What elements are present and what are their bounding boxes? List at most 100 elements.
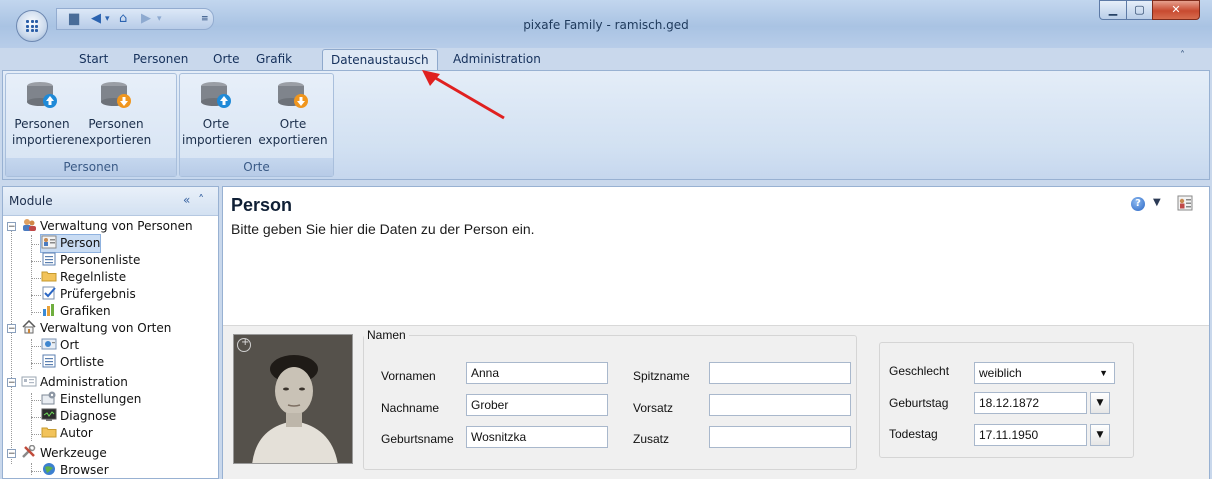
tree-item-browser[interactable]: Browser — [41, 462, 109, 478]
portrait-image — [234, 335, 352, 463]
globe-icon — [43, 463, 55, 475]
tree-expand-toggle[interactable]: − — [7, 222, 16, 232]
button-label-line1: Personen — [14, 117, 70, 131]
geburtsname-field[interactable]: Wosnitzka — [466, 426, 608, 448]
tree-item-label: Diagnose — [60, 409, 117, 423]
tree-item-regelnliste[interactable]: Regelnliste — [41, 269, 126, 286]
chevron-down-icon: ▼ — [1099, 368, 1108, 378]
sidebar-title: Module — [9, 194, 53, 208]
tree-item-label: Autor — [60, 426, 93, 440]
zoom-icon[interactable]: + — [237, 337, 251, 352]
tab-start[interactable]: Start — [79, 49, 108, 70]
vorsatz-field[interactable] — [709, 394, 851, 416]
spitzname-field[interactable] — [709, 362, 851, 384]
tree-line — [31, 463, 32, 475]
geburtstag-field[interactable]: 18.12.1872 — [974, 392, 1087, 414]
geburtstag-label: Geburtstag — [889, 396, 949, 410]
database-import-icon — [27, 82, 57, 108]
sidebar-collapse-controls[interactable]: « ˄ — [183, 193, 206, 207]
tree-line — [31, 235, 32, 315]
ribbon-tabs: Start Personen Orte Grafik Datenaustausc… — [0, 46, 1212, 70]
tree-line — [31, 295, 41, 296]
people-icon — [23, 219, 36, 231]
close-button[interactable]: ✕ — [1152, 0, 1200, 20]
tab-personen[interactable]: Personen — [133, 49, 188, 70]
tab-orte[interactable]: Orte — [213, 49, 239, 70]
personen-importieren-button[interactable]: Personen importieren — [12, 80, 82, 148]
tree-line — [31, 339, 32, 369]
spitzname-label: Spitzname — [633, 369, 690, 383]
tree-expand-toggle[interactable]: − — [7, 324, 16, 334]
vornamen-field[interactable]: Anna — [466, 362, 608, 384]
main-panel: Person Bitte geben Sie hier die Daten zu… — [222, 186, 1210, 479]
nachname-field[interactable]: Grober — [466, 394, 608, 416]
todestag-field[interactable]: 17.11.1950 — [974, 424, 1087, 446]
tree-line — [31, 261, 41, 262]
names-group-legend: Namen — [367, 328, 406, 342]
admin-icon — [21, 376, 37, 387]
todestag-dropdown-button[interactable]: ▼ — [1090, 424, 1110, 446]
tree-item-grafiken[interactable]: Grafiken — [41, 303, 111, 320]
personen-exportieren-button[interactable]: Personen exportieren — [82, 80, 152, 148]
button-label-line1: Orte — [279, 117, 307, 131]
tree-item-einstellungen[interactable]: Einstellungen — [41, 391, 141, 408]
tree-item-verwaltung-von-orten[interactable]: Verwaltung von Orten — [21, 320, 171, 337]
ribbon-panel: Personen importieren Personen exportieren … — [2, 70, 1210, 180]
geburtsname-label: Geburtsname — [381, 432, 454, 446]
tree-item-werkzeuge[interactable]: Werkzeuge — [21, 445, 107, 462]
help-dropdown-icon[interactable]: ▼ — [1153, 197, 1161, 208]
tree-expand-toggle[interactable]: − — [7, 449, 16, 459]
zusatz-field[interactable] — [709, 426, 851, 448]
tree-expand-toggle[interactable]: − — [7, 378, 16, 388]
tree-item-label: Person — [60, 236, 101, 250]
help-icon[interactable]: ? — [1131, 197, 1145, 211]
tree-line — [11, 226, 12, 464]
tree-item-personenliste[interactable]: Personenliste — [41, 252, 140, 269]
title-bar: ▆ ◀ ▾ ⌂ ▶ ▾ ≡ pixafe Family - ramisch.ge… — [0, 0, 1212, 48]
geschlecht-label: Geschlecht — [889, 364, 950, 378]
tree-item-label: Einstellungen — [60, 392, 142, 406]
ribbon-group-orte: Orte importieren Orte exportieren Orte — [179, 73, 334, 177]
person-card-icon[interactable] — [1177, 195, 1193, 211]
maximize-button[interactable]: ▢ — [1126, 0, 1153, 20]
minimize-button[interactable]: ▁ — [1099, 0, 1127, 20]
tree-item-label: Administration — [40, 375, 128, 389]
annotation-arrow-icon — [422, 70, 505, 120]
tab-grafik[interactable]: Grafik — [256, 49, 292, 70]
ribbon-minimize-chevron-icon[interactable]: ˄ — [1180, 50, 1185, 61]
button-label-line2: exportieren — [82, 133, 152, 147]
tree-item-pruefergebnis[interactable]: Prüfergebnis — [41, 286, 136, 303]
button-label-line2: exportieren — [258, 133, 328, 147]
tree-item-ort[interactable]: Ort — [41, 337, 79, 354]
tree-item-ortliste[interactable]: Ortliste — [41, 354, 104, 371]
tree-line — [31, 363, 41, 364]
list-icon — [42, 252, 56, 266]
tree-item-person[interactable]: Person — [39, 234, 102, 253]
person-photo[interactable]: + — [233, 334, 353, 464]
tree-item-label: Regelnliste — [60, 270, 127, 284]
orte-exportieren-button[interactable]: Orte exportieren — [258, 80, 328, 148]
geburtstag-dropdown-button[interactable]: ▼ — [1090, 392, 1110, 414]
geschlecht-select[interactable]: weiblich ▼ — [974, 362, 1115, 384]
page-title: Person — [231, 195, 293, 215]
tree-line — [31, 417, 41, 418]
person-card-icon — [41, 235, 57, 249]
place-icon — [41, 338, 57, 350]
folder-icon — [41, 271, 57, 282]
module-sidebar: Module « ˄ − Verwaltung von Personen Per… — [2, 186, 219, 479]
tree-line — [31, 400, 41, 401]
tree-item-diagnose[interactable]: Diagnose — [41, 408, 116, 425]
tree-item-administration[interactable]: Administration — [21, 374, 128, 391]
ribbon-group-label: Personen — [6, 158, 176, 176]
checkmark-icon — [42, 286, 56, 300]
tree-line — [31, 244, 41, 245]
tree-item-label: Personenliste — [60, 253, 141, 267]
window-title: pixafe Family - ramisch.ged — [523, 18, 689, 32]
tree-item-verwaltung-von-personen[interactable]: Verwaltung von Personen — [21, 218, 193, 235]
tree-item-autor[interactable]: Autor — [41, 425, 93, 442]
tree-line — [31, 434, 41, 435]
orte-importieren-button[interactable]: Orte importieren — [182, 80, 252, 148]
ribbon-group-personen: Personen importieren Personen exportieren … — [5, 73, 177, 177]
nachname-label: Nachname — [381, 401, 440, 415]
monitor-icon — [41, 408, 57, 421]
